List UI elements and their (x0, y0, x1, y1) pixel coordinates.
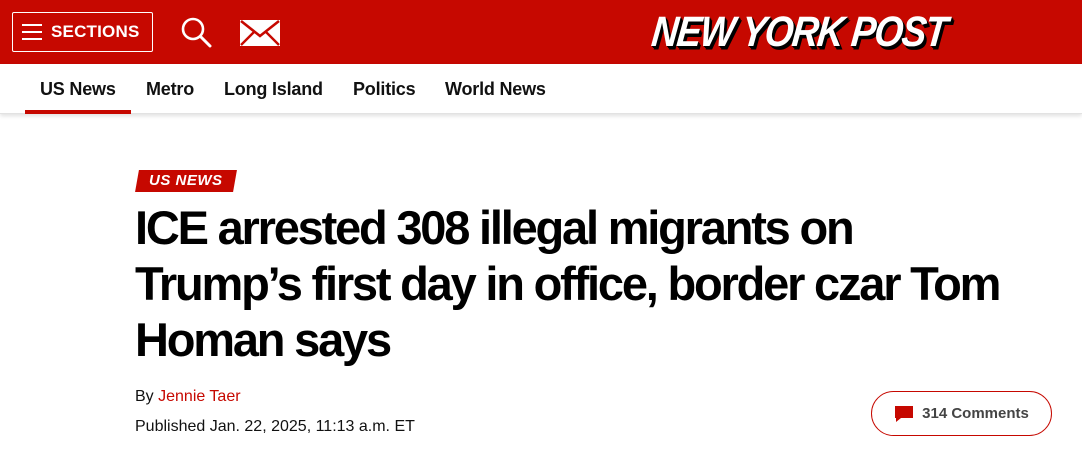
comments-button[interactable]: 314 Comments (871, 391, 1052, 436)
section-nav: US News Metro Long Island Politics World… (0, 64, 1082, 114)
byline-prefix: By (135, 388, 154, 405)
nav-item-world-news[interactable]: World News (445, 64, 546, 114)
mail-icon[interactable] (239, 19, 281, 47)
hamburger-icon (22, 24, 42, 40)
sections-label: SECTIONS (51, 22, 140, 41)
byline: By Jennie Taer (135, 388, 241, 406)
nav-item-us-news[interactable]: US News (25, 64, 131, 114)
nav-item-politics[interactable]: Politics (353, 64, 416, 114)
published-date: Published Jan. 22, 2025, 11:13 a.m. ET (135, 418, 415, 435)
nav-item-long-island[interactable]: Long Island (224, 64, 323, 114)
author-link[interactable]: Jennie Taer (158, 388, 240, 405)
comment-icon (895, 405, 914, 422)
site-header: SECTIONS NEW YORK POST (0, 0, 1082, 64)
sections-menu-button[interactable]: SECTIONS (12, 12, 153, 52)
kicker-label: US NEWS (149, 172, 223, 189)
comments-count-label: 314 Comments (922, 405, 1029, 422)
article-headline: ICE arrested 308 illegal migrants on Tru… (135, 201, 1001, 366)
site-logo[interactable]: NEW YORK POST (649, 2, 948, 62)
section-kicker-badge[interactable]: US NEWS (135, 170, 237, 192)
search-icon[interactable] (180, 16, 212, 48)
nav-item-metro[interactable]: Metro (146, 64, 194, 114)
